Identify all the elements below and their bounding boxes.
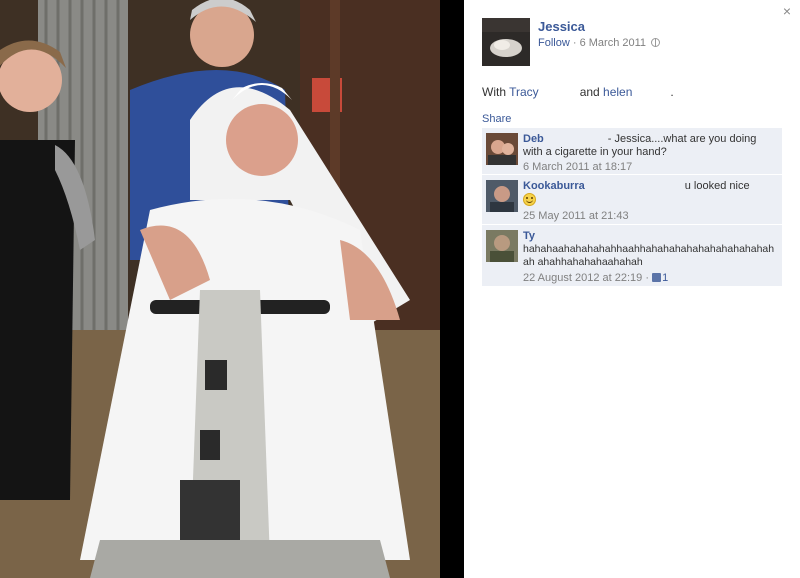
comment-time[interactable]: 6 March 2011 at 18:17 <box>523 161 632 173</box>
smiley-icon <box>523 193 536 206</box>
commenter-avatar-image <box>486 133 518 165</box>
comment-time[interactable]: 22 August 2012 at 22:19 <box>523 272 642 284</box>
meta-separator: · <box>642 272 653 284</box>
author-avatar[interactable] <box>482 18 530 66</box>
comment-text: Jessica....what are you doing with a cig… <box>523 133 757 158</box>
caption-prefix: With <box>482 85 510 99</box>
comment-time[interactable]: 25 May 2011 at 21:43 <box>523 210 629 222</box>
comment-item: Ty hahahaahahahahahhaahhahahahahahahahah… <box>482 225 782 287</box>
author-name[interactable]: Jessica <box>538 19 585 34</box>
comment-body: Deb - Jessica....what are you doing with … <box>523 133 757 158</box>
like-count[interactable]: 1 <box>662 272 668 284</box>
comment-text: u looked nice <box>684 180 750 192</box>
commenter-avatar[interactable] <box>486 133 518 165</box>
like-icon[interactable] <box>652 273 662 282</box>
comment-item: Kookaburra u looked nice 25 May 2011 at 2… <box>482 175 782 225</box>
commenter-avatar[interactable] <box>486 180 518 212</box>
share-link[interactable]: Share <box>482 113 511 125</box>
caption-joiner: and <box>579 85 604 99</box>
comment-meta: 6 March 2011 at 18:17 <box>523 161 778 173</box>
caption-suffix: . <box>670 85 674 99</box>
author-meta: Follow · 6 March 2011 <box>538 37 661 49</box>
tagged-user-tracy[interactable]: Tracy <box>509 85 539 99</box>
commenter-name[interactable]: Deb <box>523 133 544 145</box>
author-avatar-image <box>482 18 530 66</box>
follow-link[interactable]: Follow <box>538 37 570 49</box>
comment-list: Deb - Jessica....what are you doing with … <box>482 128 782 287</box>
close-icon[interactable]: × <box>780 3 794 19</box>
commenter-avatar-image <box>486 180 518 212</box>
commenter-avatar-image <box>486 230 518 262</box>
globe-icon[interactable] <box>651 38 661 47</box>
photo-illustration <box>0 0 440 578</box>
comment-text: hahahaahahahahahhaahhahahahahahahahahaha… <box>523 243 775 268</box>
author-header: Jessica Follow · 6 March 2011 <box>482 18 782 66</box>
comment-body: Ty hahahaahahahahahhaahhahahahahahahahah… <box>523 230 778 269</box>
photo-stage <box>0 0 464 578</box>
comment-body: Kookaburra u looked nice <box>523 180 778 207</box>
comment-meta: 25 May 2011 at 21:43 <box>523 210 778 222</box>
commenter-name[interactable]: Ty <box>523 230 535 242</box>
commenter-avatar[interactable] <box>486 230 518 262</box>
post-date[interactable]: 6 March 2011 <box>580 37 646 49</box>
comment-meta: 22 August 2012 at 22:19 · 1 <box>523 272 778 284</box>
meta-separator: · <box>569 37 580 49</box>
tagged-user-helen[interactable]: helen <box>603 85 632 99</box>
photo-caption: With Tracy and helen. <box>482 85 674 99</box>
photo[interactable] <box>0 0 440 578</box>
comment-item: Deb - Jessica....what are you doing with … <box>482 128 782 175</box>
photo-detail-panel: × Jessica Follow · 6 March 2011 With Tra… <box>464 0 800 578</box>
commenter-name[interactable]: Kookaburra <box>523 180 585 192</box>
